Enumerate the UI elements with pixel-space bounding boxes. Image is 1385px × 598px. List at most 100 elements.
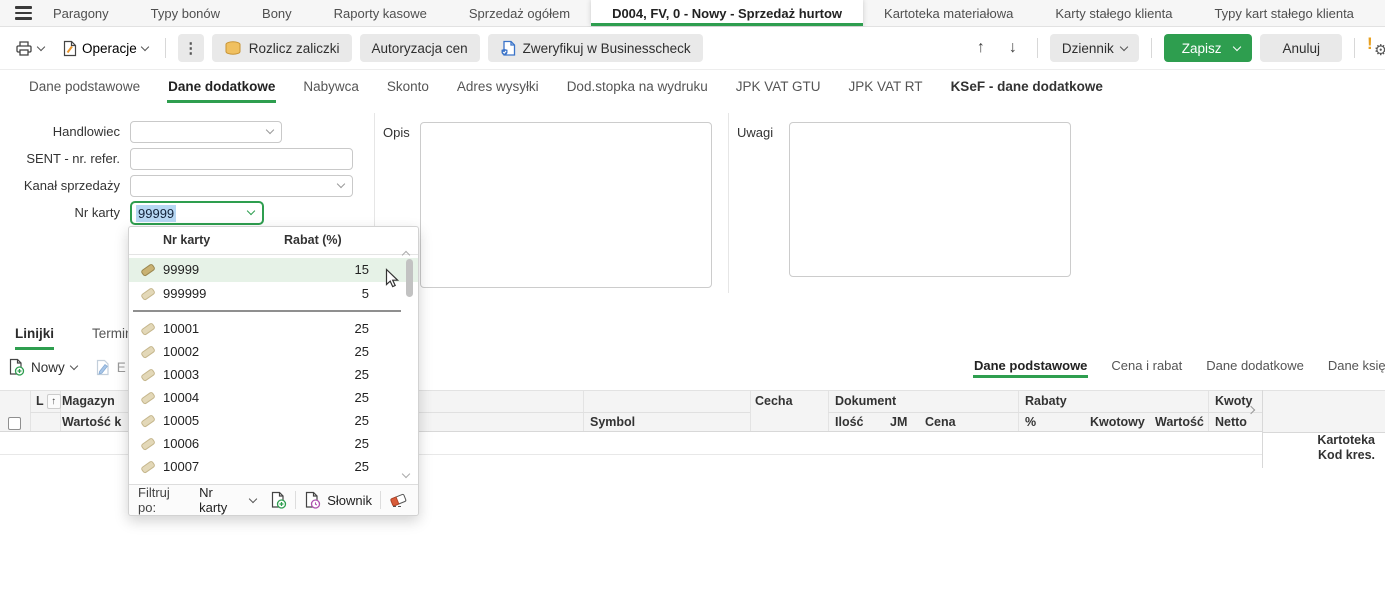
col-cena[interactable]: Cena — [925, 412, 956, 433]
toolbar: Operacje ⋮ Rozlicz zaliczki Autoryzacja … — [0, 27, 1385, 70]
menu-icon[interactable] — [0, 0, 32, 26]
tab-typy-bonow[interactable]: Typy bonów — [130, 0, 241, 26]
formtab-dod-stopka[interactable]: Dod.stopka na wydruku — [553, 70, 722, 103]
formtab-nabywca[interactable]: Nabywca — [289, 70, 373, 103]
col-kwotowy[interactable]: Kwotowy — [1090, 412, 1145, 433]
filtruj-po-label: Filtruj po: — [138, 485, 170, 515]
section-divider — [728, 113, 729, 293]
autoryzacja-cen-button[interactable]: Autoryzacja cen — [359, 34, 480, 62]
tab-sprzedaz-ogolem[interactable]: Sprzedaż ogółem — [448, 0, 591, 26]
nr-karty-combobox[interactable]: 99999 — [130, 201, 264, 225]
uwagi-textarea[interactable] — [789, 122, 1071, 277]
col-procent[interactable]: % — [1025, 412, 1036, 433]
card-tag-icon — [140, 287, 156, 301]
autoryzacja-cen-label: Autoryzacja cen — [371, 40, 468, 56]
formtab-ksef[interactable]: KSeF - dane dodatkowe — [937, 70, 1117, 103]
col-wartosc[interactable]: Wartość — [1155, 412, 1204, 433]
clear-filter-button[interactable] — [389, 492, 409, 508]
chevron-down-icon — [1233, 42, 1242, 51]
detailtab-dane-ksiegowe[interactable]: Dane księgowe — [1316, 352, 1385, 378]
dropdown-option[interactable]: 10007 25 — [129, 455, 418, 479]
handlowiec-select[interactable] — [130, 121, 282, 143]
col-lp[interactable]: L ↑ — [36, 391, 61, 412]
footer-divider — [295, 491, 297, 509]
move-up-button[interactable]: ↑ — [969, 37, 993, 59]
formtab-skonto[interactable]: Skonto — [373, 70, 443, 103]
detailtab-dane-podstawowe[interactable]: Dane podstawowe — [962, 352, 1099, 378]
formtab-dane-podstawowe[interactable]: Dane podstawowe — [15, 70, 154, 103]
col-netto[interactable]: Netto — [1215, 412, 1260, 433]
settings-alert-icon[interactable]: ! ⚙ — [1367, 34, 1385, 61]
dropdown-option[interactable]: 10006 25 — [129, 432, 418, 456]
tab-karty-stalego-klienta[interactable]: Karty stałego klienta — [1034, 0, 1193, 26]
operacje-button[interactable]: Operacje — [57, 36, 153, 61]
col-symbol[interactable]: Symbol — [590, 412, 635, 433]
card-tag-icon — [140, 437, 156, 451]
footer-divider — [380, 491, 382, 509]
detailtab-dane-dodatkowe[interactable]: Dane dodatkowe — [1194, 352, 1316, 378]
tab-definicja-jobow[interactable]: Definicja jobów bazodano — [1375, 0, 1385, 26]
dropdown-option[interactable]: 10003 25 — [129, 363, 418, 387]
kanal-sprzedazy-label: Kanał sprzedaży — [23, 178, 120, 193]
detailtab-cena-i-rabat[interactable]: Cena i rabat — [1099, 352, 1194, 378]
kanal-sprzedazy-select[interactable] — [130, 175, 353, 197]
formtab-jpk-vat-rt[interactable]: JPK VAT RT — [835, 70, 937, 103]
sent-input[interactable] — [130, 148, 353, 170]
scrollbar-thumb[interactable] — [406, 259, 413, 297]
top-tab-bar: Paragony Typy bonów Bony Raporty kasowe … — [0, 0, 1385, 27]
dropdown-col-nr-karty: Nr karty — [163, 233, 211, 247]
tab-paragony[interactable]: Paragony — [32, 0, 130, 26]
chevron-down-icon — [249, 494, 258, 503]
col-jm[interactable]: JM — [890, 412, 907, 433]
col-magazyn[interactable]: Magazyn — [62, 391, 128, 412]
slownik-button[interactable]: Słownik — [304, 491, 372, 509]
opis-textarea[interactable] — [420, 122, 712, 288]
dropdown-option[interactable]: 10002 25 — [129, 340, 418, 364]
detail-tab-bar: Dane podstawowe Cena i rabat Dane dodatk… — [962, 352, 1385, 378]
rozlicz-zaliczki-button[interactable]: Rozlicz zaliczki — [211, 34, 352, 62]
tab-typy-kart-stalego-klienta[interactable]: Typy kart stałego klienta — [1193, 0, 1374, 26]
edytuj-label: E — [116, 359, 126, 375]
toolbar-divider — [1036, 38, 1038, 58]
zweryfikuj-businesscheck-button[interactable]: Zweryfikuj w Businesscheck — [487, 34, 703, 62]
formtab-jpk-vat-gtu[interactable]: JPK VAT GTU — [722, 70, 835, 103]
dziennik-button[interactable]: Dziennik — [1049, 34, 1139, 62]
formtab-adres-wysylki[interactable]: Adres wysyłki — [443, 70, 553, 103]
chevron-down-icon — [246, 206, 256, 216]
sort-asc-icon[interactable]: ↑ — [46, 394, 61, 409]
filter-field-select[interactable]: Nr karty — [199, 485, 258, 515]
tab-termin[interactable]: Termin — [92, 326, 133, 350]
card-tag-icon — [140, 322, 156, 336]
dropdown-separator — [133, 310, 401, 312]
scroll-right-icon[interactable] — [1246, 405, 1256, 415]
handlowiec-label: Handlowiec — [52, 124, 120, 139]
card-tag-icon — [140, 345, 156, 359]
tab-document-active[interactable]: D004, FV, 0 - Nowy - Sprzedaż hurtow — [591, 0, 864, 26]
tab-kartoteka-materialowa[interactable]: Kartoteka materiałowa — [863, 0, 1034, 26]
dropdown-option[interactable]: 999999 5 — [129, 282, 418, 306]
dropdown-option[interactable]: 99999 15 — [129, 258, 418, 282]
move-down-button[interactable]: ↓ — [1001, 37, 1025, 59]
dropdown-option[interactable]: 10004 25 — [129, 386, 418, 410]
anuluj-button[interactable]: Anuluj — [1260, 34, 1342, 62]
nowy-button[interactable]: Nowy — [8, 358, 79, 376]
col-wartosc-k[interactable]: Wartość k — [62, 412, 128, 433]
tab-raporty-kasowe[interactable]: Raporty kasowe — [313, 0, 448, 26]
scroll-up-icon[interactable] — [401, 249, 411, 260]
document-edit-icon — [62, 40, 77, 57]
dziennik-label: Dziennik — [1061, 40, 1114, 56]
more-options-button[interactable]: ⋮ — [177, 34, 204, 62]
col-ilosc[interactable]: Ilość — [835, 412, 864, 433]
tab-linijki[interactable]: Linijki — [15, 326, 55, 350]
scroll-down-icon[interactable] — [401, 469, 411, 479]
print-button[interactable] — [10, 36, 49, 61]
select-all-checkbox[interactable] — [8, 417, 21, 430]
add-card-button[interactable] — [270, 491, 287, 509]
tab-bony[interactable]: Bony — [241, 0, 313, 26]
zapisz-button[interactable]: Zapisz — [1163, 34, 1253, 62]
dropdown-option[interactable]: 10001 25 — [129, 317, 418, 341]
formtab-dane-dodatkowe[interactable]: Dane dodatkowe — [154, 70, 289, 103]
dropdown-option[interactable]: 10005 25 — [129, 409, 418, 433]
col-cecha[interactable]: Cecha — [755, 391, 793, 412]
edytuj-button[interactable]: E — [95, 359, 126, 376]
